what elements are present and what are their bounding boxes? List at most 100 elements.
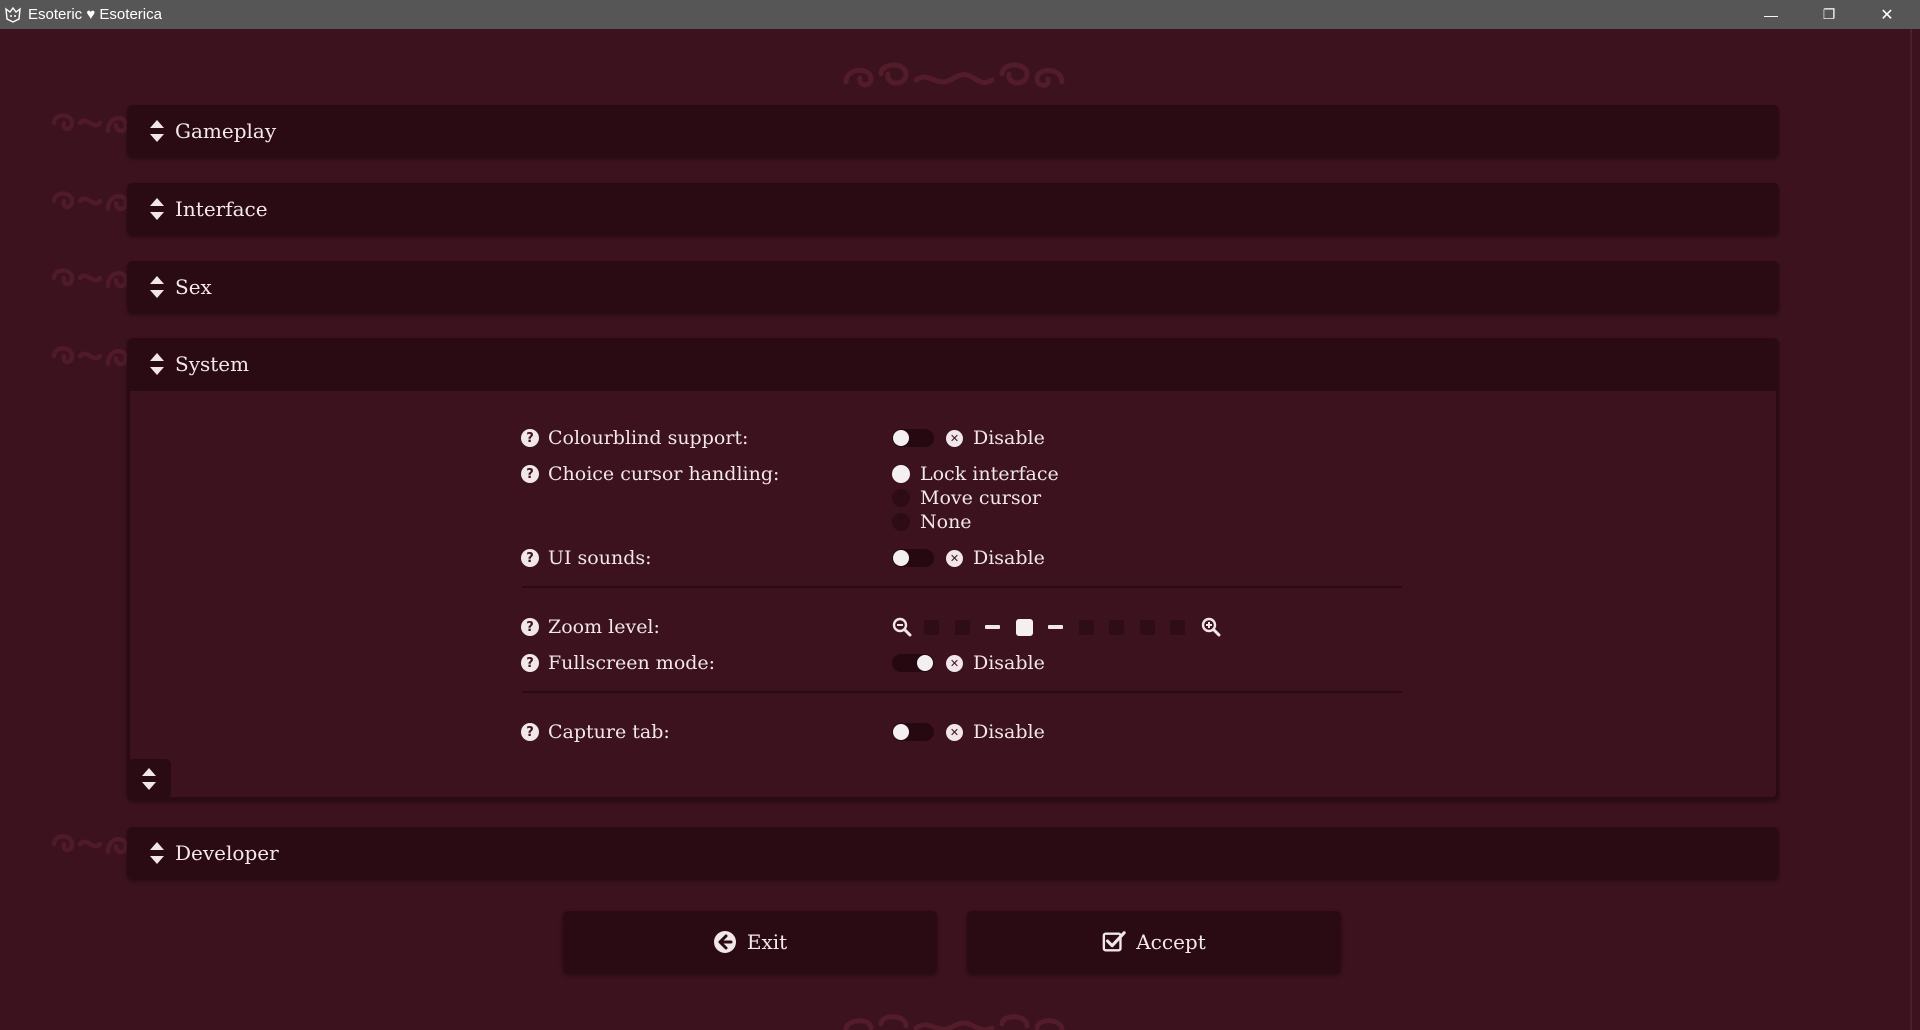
section-system: System ? Colourblind support: ✕ Disable …	[127, 338, 1779, 800]
section-interface[interactable]: Interface	[127, 183, 1779, 235]
zoom-step-4[interactable]	[1015, 618, 1033, 636]
section-label: System	[175, 352, 250, 376]
app-logo-icon	[4, 6, 22, 24]
radio-lock-interface[interactable]: Lock interface	[892, 462, 1059, 486]
radio-label: Lock interface	[920, 463, 1059, 485]
zoom-step-5[interactable]	[1048, 625, 1063, 629]
question-circle-icon[interactable]: ?	[521, 549, 539, 567]
section-label: Developer	[175, 841, 279, 865]
toggle-state-label: Disable	[973, 652, 1045, 674]
close-icon: ✕	[1880, 6, 1894, 24]
minimize-button[interactable]: —	[1748, 0, 1794, 29]
side-ornament-icon	[51, 268, 128, 289]
side-ornament-icon	[51, 191, 128, 212]
radio-move-cursor[interactable]: Move cursor	[892, 486, 1041, 510]
exit-button-label: Exit	[746, 930, 788, 954]
x-circle-icon: ✕	[946, 723, 963, 741]
radio-label: None	[920, 511, 972, 533]
section-system-header[interactable]: System	[127, 338, 1779, 390]
option-label: UI sounds:	[548, 547, 652, 569]
section-sex[interactable]: Sex	[127, 261, 1779, 313]
option-label: Fullscreen mode:	[548, 652, 716, 674]
restore-button[interactable]: ❐	[1806, 0, 1852, 29]
option-label: Colourblind support:	[548, 427, 749, 449]
option-label: Zoom level:	[548, 616, 660, 638]
capture-tab-toggle[interactable]	[892, 723, 934, 741]
fullscreen-toggle[interactable]	[892, 654, 934, 672]
check-square-icon	[1102, 930, 1126, 954]
colourblind-control: ✕ Disable	[892, 426, 1045, 450]
minimize-icon: —	[1764, 6, 1778, 23]
zoom-step-1[interactable]	[924, 619, 939, 635]
fullscreen-option: ? Fullscreen mode:	[521, 651, 715, 675]
sort-chevrons-icon	[150, 198, 164, 220]
capture-tab-option: ? Capture tab:	[521, 720, 670, 744]
section-label: Interface	[175, 197, 268, 221]
accept-button[interactable]: Accept	[967, 911, 1341, 973]
accept-button-label: Accept	[1136, 930, 1206, 954]
zoom-step-7[interactable]	[1109, 619, 1124, 635]
question-circle-icon[interactable]: ?	[521, 429, 539, 447]
toggle-knob	[893, 550, 909, 566]
system-settings-body: ? Colourblind support: ✕ Disable ? Choic…	[130, 391, 1776, 797]
top-ornament-icon	[843, 62, 1065, 88]
zoom-step-2[interactable]	[954, 619, 970, 635]
toggle-state-label: Disable	[973, 721, 1045, 743]
collapse-section-button[interactable]	[127, 759, 171, 799]
x-circle-icon: ✕	[946, 549, 963, 567]
exit-button[interactable]: Exit	[563, 911, 937, 973]
side-ornament-icon	[51, 346, 128, 367]
settings-divider	[522, 586, 1402, 588]
sort-chevrons-icon	[150, 842, 164, 864]
toggle-knob	[893, 430, 909, 446]
option-label: Capture tab:	[548, 721, 670, 743]
toggle-knob	[917, 655, 933, 671]
section-label: Gameplay	[175, 119, 277, 143]
scrollbar-track[interactable]	[1910, 29, 1912, 1030]
zoom-step-3[interactable]	[985, 625, 1000, 629]
sort-chevrons-icon	[142, 768, 156, 790]
zoom-in-icon[interactable]	[1201, 617, 1221, 637]
zoom-step-6[interactable]	[1078, 619, 1094, 635]
radio-button[interactable]	[892, 465, 910, 483]
close-button[interactable]: ✕	[1864, 0, 1910, 29]
zoom-step-9[interactable]	[1170, 619, 1185, 635]
zoom-steps	[924, 618, 1201, 636]
capture-tab-control: ✕ Disable	[892, 720, 1045, 744]
colourblind-option: ? Colourblind support:	[521, 426, 748, 450]
ui-sounds-option: ? UI sounds:	[521, 546, 652, 570]
question-circle-icon[interactable]: ?	[521, 723, 539, 741]
zoom-level-control	[892, 615, 1233, 639]
question-circle-icon[interactable]: ?	[521, 654, 539, 672]
toggle-state-label: Disable	[973, 547, 1045, 569]
section-developer[interactable]: Developer	[127, 827, 1779, 879]
arrow-left-circle-icon	[713, 930, 737, 954]
radio-none[interactable]: None	[892, 510, 972, 534]
choice-cursor-option: ? Choice cursor handling:	[521, 462, 779, 486]
x-circle-icon: ✕	[946, 654, 963, 672]
side-ornament-icon	[51, 113, 128, 134]
vertical-scrollbar[interactable]	[1902, 29, 1920, 1030]
window-title: Esoteric ♥ Esoterica	[28, 6, 162, 23]
sort-chevrons-icon	[150, 353, 164, 375]
ui-sounds-toggle[interactable]	[892, 549, 934, 567]
colourblind-toggle[interactable]	[892, 429, 934, 447]
radio-label: Move cursor	[920, 487, 1042, 509]
question-circle-icon[interactable]: ?	[521, 465, 539, 483]
option-label: Choice cursor handling:	[548, 463, 780, 485]
toggle-knob	[893, 724, 909, 740]
radio-button[interactable]	[892, 489, 910, 507]
zoom-step-8[interactable]	[1139, 619, 1155, 635]
bottom-ornament-icon	[843, 1014, 1065, 1030]
window-titlebar: Esoteric ♥ Esoterica — ❐ ✕	[0, 0, 1920, 29]
sort-chevrons-icon	[150, 120, 164, 142]
settings-divider	[522, 691, 1402, 693]
toggle-state-label: Disable	[973, 427, 1045, 449]
restore-icon: ❐	[1822, 6, 1836, 22]
question-circle-icon[interactable]: ?	[521, 618, 539, 636]
zoom-out-icon[interactable]	[892, 617, 912, 637]
section-gameplay[interactable]: Gameplay	[127, 105, 1779, 157]
radio-button[interactable]	[892, 513, 910, 531]
zoom-level-option: ? Zoom level:	[521, 615, 660, 639]
sort-chevrons-icon	[150, 276, 164, 298]
